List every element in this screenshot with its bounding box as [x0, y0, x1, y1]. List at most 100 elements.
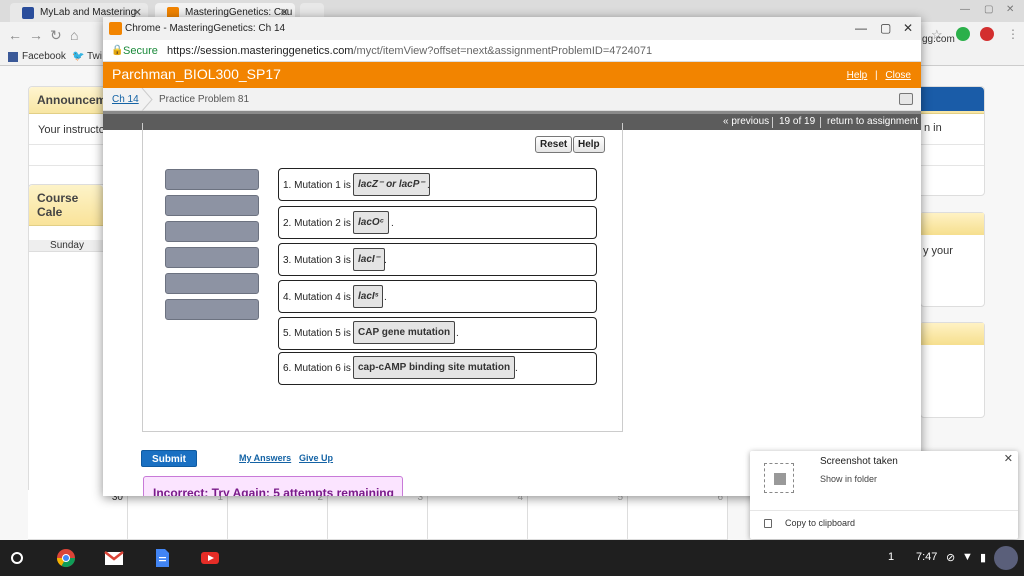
announcements-header-accent	[920, 87, 984, 111]
maximize-icon[interactable]: ▢	[984, 4, 993, 15]
grammarly-extension-icon[interactable]	[956, 27, 970, 41]
empty-drag-slot[interactable]	[165, 273, 259, 294]
dropped-answer-tile[interactable]: lacZ⁻ or lacP⁻	[353, 173, 430, 196]
empty-drag-slot[interactable]	[165, 247, 259, 268]
divider	[750, 510, 1018, 511]
empty-drag-slot[interactable]	[165, 299, 259, 320]
right-panel-2-header	[921, 323, 984, 345]
my-answers-link[interactable]: My Answers	[239, 453, 291, 463]
wifi-icon[interactable]: ▼	[962, 551, 973, 563]
close-window-icon[interactable]: ✕	[1006, 4, 1014, 15]
answer-row-5: 5. Mutation 5 is CAP gene mutation .	[278, 317, 597, 350]
popup-address-bar[interactable]: 🔒 Secure https://session.masteringgeneti…	[103, 40, 921, 62]
popup-title: Chrome - MasteringGenetics: Ch 14	[125, 23, 286, 34]
row-label: 2. Mutation 2 is	[283, 218, 351, 229]
right-panel-text: y your	[923, 245, 953, 257]
empty-drag-slot[interactable]	[165, 195, 259, 216]
youtube-app-icon[interactable]	[200, 548, 220, 568]
calendar-cell[interactable]: 6	[628, 490, 728, 540]
give-up-link[interactable]: Give Up	[299, 453, 333, 463]
bookmark-twitter[interactable]: Twi	[87, 51, 102, 62]
minimize-icon[interactable]: —	[855, 21, 867, 35]
answer-row-1: 1. Mutation 1 is lacZ⁻ or lacP⁻ .	[278, 168, 597, 201]
dropped-answer-tile[interactable]: lacI⁻	[353, 248, 385, 271]
twitter-icon: 🐦	[72, 51, 85, 62]
right-panel: y your	[920, 212, 985, 307]
dropped-answer-tile[interactable]: CAP gene mutation	[353, 321, 456, 344]
breadcrumb-problem: Practice Problem 81	[159, 94, 250, 105]
calendar-cell[interactable]: 1	[128, 490, 228, 540]
dropped-answer-tile[interactable]: lacIˢ	[353, 285, 384, 308]
secure-label: Secure	[123, 45, 158, 57]
reset-button[interactable]: Reset	[535, 136, 573, 153]
back-icon[interactable]: ←	[8, 27, 22, 43]
print-icon[interactable]	[899, 93, 913, 105]
home-icon[interactable]: ⌂	[70, 27, 78, 43]
dropped-answer-tile[interactable]: cap-cAMP binding site mutation	[353, 356, 516, 379]
breadcrumb: Ch 14 Practice Problem 81	[103, 88, 921, 111]
dropped-answer-tile[interactable]: lacOᶜ	[353, 211, 389, 234]
screenshot-notification: Screenshot taken Show in folder ✕ Copy t…	[750, 451, 1018, 539]
instructor-text: Your instructor	[38, 124, 109, 136]
chrome-app-icon[interactable]	[56, 548, 76, 568]
link-separator: |	[875, 70, 878, 81]
drag-drop-problem: Reset Help 1. Mutation 1 is lacZ⁻ or lac…	[142, 123, 623, 432]
notification-title: Screenshot taken	[820, 456, 898, 467]
url-text[interactable]: https://session.masteringgenetics.com/my…	[167, 45, 652, 57]
help-button[interactable]: Help	[573, 136, 605, 153]
bookmark-facebook[interactable]: Facebook	[22, 51, 66, 62]
answer-row-2: 2. Mutation 2 is lacOᶜ .	[278, 206, 597, 239]
popup-title-bar: Chrome - MasteringGenetics: Ch 14 — ▢ ✕	[103, 17, 921, 40]
calendar-cell[interactable]: 5	[528, 490, 628, 540]
breadcrumb-chapter-link[interactable]: Ch 14	[112, 94, 139, 105]
feedback-box: Incorrect; Try Again; 5 attempts remaini…	[143, 476, 403, 496]
show-in-folder-link[interactable]: Show in folder	[820, 474, 877, 484]
answer-row-4: 4. Mutation 4 is lacIˢ .	[278, 280, 597, 313]
launcher-icon[interactable]	[11, 552, 23, 564]
close-icon[interactable]: ✕	[903, 21, 913, 35]
clock[interactable]: 7:47	[916, 551, 937, 563]
minimize-icon[interactable]: —	[960, 4, 970, 15]
calendar-day-sunday: Sunday	[29, 240, 105, 252]
forward-icon[interactable]: →	[29, 27, 43, 43]
battery-icon[interactable]: ▮	[980, 551, 986, 564]
calendar-cell[interactable]: 2	[228, 490, 328, 540]
chromeos-shelf: 1 7:47 ⊘ ▼ ▮	[0, 540, 1024, 576]
menu-kebab-icon[interactable]: ⋮	[1007, 27, 1019, 41]
help-link[interactable]: Help	[847, 70, 868, 81]
close-link[interactable]: Close	[885, 70, 911, 81]
course-header: Parchman_BIOL300_SP17 Help | Close	[103, 62, 921, 88]
right-panel-2	[920, 322, 985, 418]
answer-row-3: 3. Mutation 3 is lacI⁻ .	[278, 243, 597, 276]
feedback-message: Incorrect; Try Again; 5 attempts remaini…	[153, 486, 394, 496]
lock-icon: 🔒	[111, 45, 124, 56]
reload-icon[interactable]: ↻	[50, 27, 62, 44]
copy-icon	[764, 519, 772, 528]
item-position: 19 of 19	[779, 116, 816, 127]
row-label: 3. Mutation 3 is	[283, 255, 351, 266]
calendar-cell[interactable]: 4	[428, 490, 528, 540]
calendar-cell[interactable]: 3	[328, 490, 428, 540]
close-icon[interactable]: ✕	[1004, 452, 1013, 465]
previous-link[interactable]: « previous	[723, 116, 769, 127]
gmail-app-icon[interactable]	[104, 548, 124, 568]
row-label: 6. Mutation 6 is	[283, 363, 351, 374]
calendar-cell[interactable]: 30	[28, 490, 128, 540]
facebook-icon	[8, 52, 18, 62]
avatar[interactable]	[994, 546, 1018, 570]
return-to-assignment-link[interactable]: return to assignment	[827, 116, 918, 127]
notification-count[interactable]: 1	[888, 551, 894, 563]
calendar-panel: Course Cale Sunday	[28, 184, 105, 540]
empty-drag-slot[interactable]	[165, 169, 259, 190]
copy-to-clipboard-button[interactable]: Copy to clipboard	[785, 518, 855, 528]
submit-button[interactable]: Submit	[141, 450, 197, 467]
mastering-popup-window: Chrome - MasteringGenetics: Ch 14 — ▢ ✕ …	[103, 17, 921, 496]
docs-app-icon[interactable]	[152, 548, 172, 568]
empty-drag-slot[interactable]	[165, 221, 259, 242]
right-panel-header	[921, 213, 984, 235]
url-fragment: gg.com	[922, 34, 955, 45]
do-not-disturb-icon[interactable]: ⊘	[946, 551, 955, 564]
adblock-extension-icon[interactable]	[980, 27, 994, 41]
course-title: Parchman_BIOL300_SP17	[112, 66, 281, 82]
maximize-icon[interactable]: ▢	[880, 21, 891, 35]
